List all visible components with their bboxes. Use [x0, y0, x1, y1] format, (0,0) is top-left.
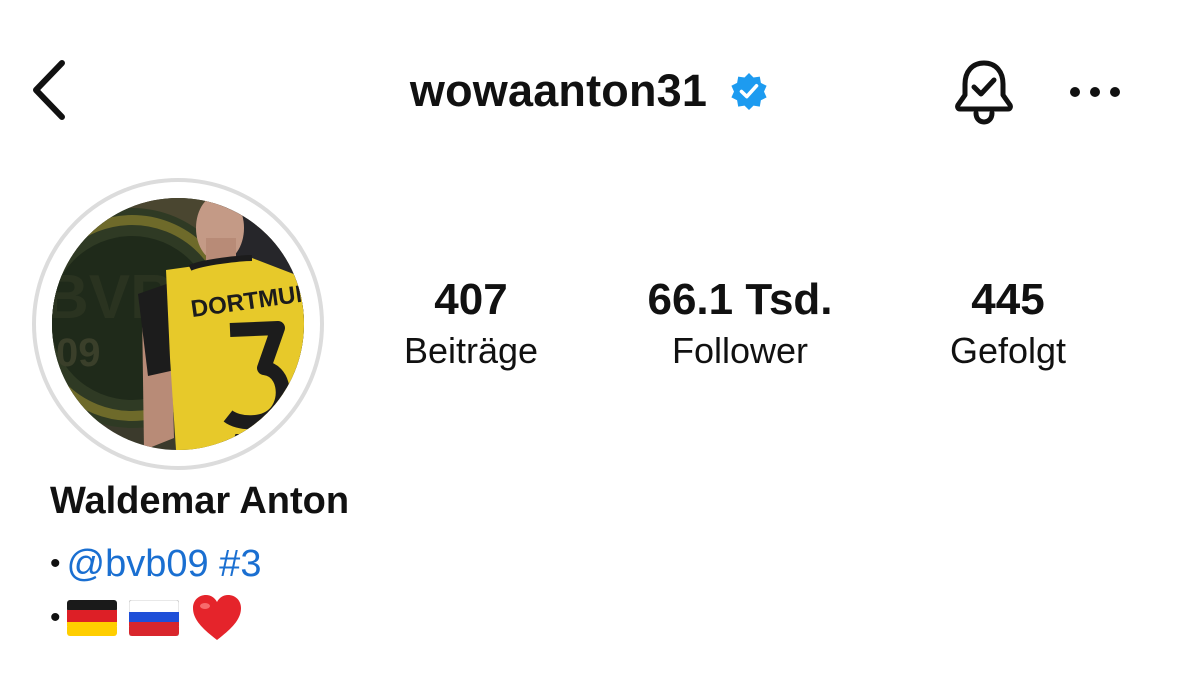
followers-count-value: 66.1 Tsd.	[647, 275, 833, 324]
bio-line-flags: •	[50, 594, 243, 642]
profile-avatar-button[interactable]: BVB 09 DORTMUND AN	[32, 178, 324, 470]
followers-count-label: Follower	[671, 330, 809, 371]
bio-bullet: •	[50, 547, 61, 580]
red-heart-icon	[192, 595, 241, 640]
germany-flag-icon	[66, 600, 117, 636]
following-count-label: Gefolgt	[949, 330, 1067, 371]
notifications-bell-button[interactable]	[946, 54, 1022, 130]
bio-bullet: •	[50, 601, 61, 634]
bell-check-icon	[955, 60, 1013, 125]
verified-badge-icon	[731, 73, 767, 110]
username-title: wowaanton31	[409, 65, 708, 116]
avatar-photo: BVB 09 DORTMUND AN	[52, 198, 304, 450]
posts-count-label: Beiträge	[403, 330, 539, 371]
svg-text:09: 09	[56, 331, 101, 375]
profile-screen: wowaanton31 BVB 09 DORTMUND AN 407 Beitr…	[0, 0, 1179, 680]
more-horizontal-icon	[1070, 87, 1120, 97]
more-options-button[interactable]	[1060, 64, 1130, 120]
following-count-value: 445	[971, 275, 1045, 324]
posts-count[interactable]: 407 Beiträge	[356, 272, 586, 374]
svg-text:AN: AN	[230, 431, 259, 450]
display-name: Waldemar Anton	[50, 480, 350, 522]
bio-mention-link[interactable]: @bvb09 #3	[67, 541, 262, 587]
russia-flag-icon	[128, 600, 179, 636]
bio-line-mention: • @bvb09 #3	[50, 541, 261, 587]
posts-count-value: 407	[434, 275, 508, 324]
avatar: BVB 09 DORTMUND AN	[52, 198, 304, 450]
followers-count[interactable]: 66.1 Tsd. Follower	[625, 272, 855, 374]
following-count[interactable]: 445 Gefolgt	[893, 272, 1123, 374]
